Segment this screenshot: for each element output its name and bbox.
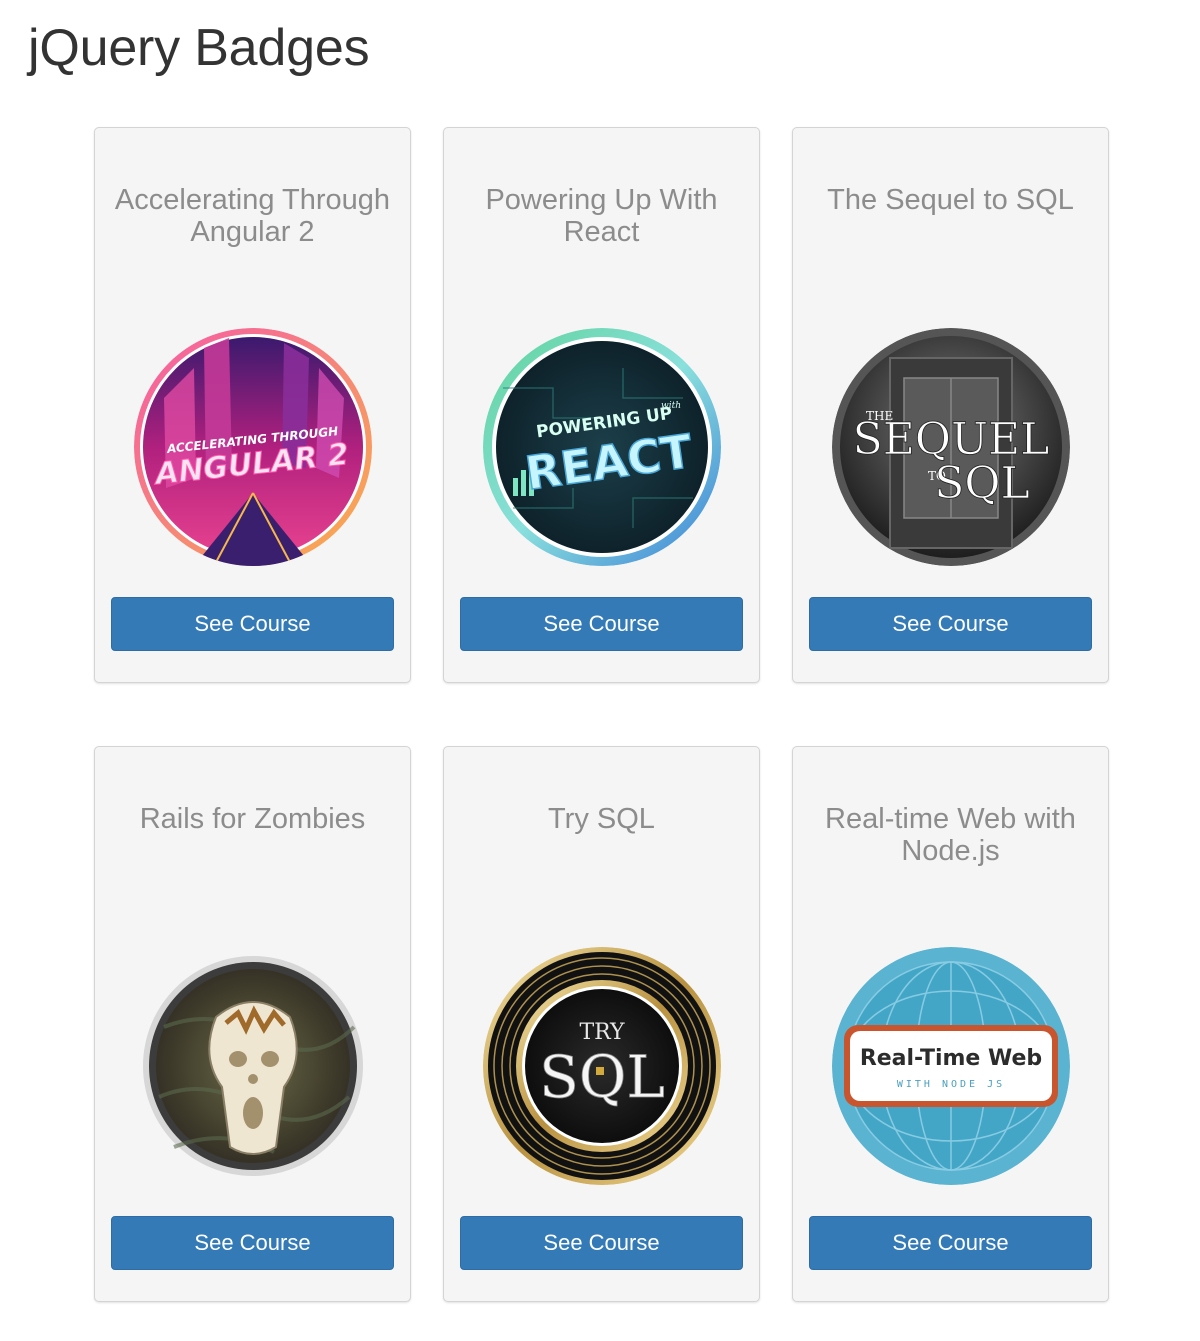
zombie-scream-badge-icon (134, 947, 372, 1185)
angular-badge-icon: ACCELERATING THROUGH ANGULAR 2 (134, 328, 372, 566)
svg-text:WITH NODE JS: WITH NODE JS (897, 1079, 1005, 1090)
badge-grid: Accelerating Through Angular 2 ACCELERAT… (0, 0, 1200, 1341)
card-title: Try SQL (548, 803, 655, 835)
course-card-realtime-web: Real-time Web with Node.js Real-Time Web… (792, 746, 1109, 1302)
see-course-button[interactable]: See Course (111, 597, 394, 651)
sequel-sql-badge-icon: THE SEQUEL TO SQL (832, 328, 1070, 566)
try-sql-badge-icon: TRY SQL (483, 947, 721, 1185)
svg-text:Real-Time Web: Real-Time Web (860, 1046, 1042, 1071)
svg-text:TRY: TRY (579, 1020, 625, 1045)
see-course-button[interactable]: See Course (460, 1216, 743, 1270)
course-card-rails-zombies: Rails for Zombies See Course (94, 746, 411, 1302)
page: jQuery Badges Accelerating Through Angul… (0, 0, 1200, 1341)
course-card-angular: Accelerating Through Angular 2 ACCELERAT… (94, 127, 411, 683)
see-course-button[interactable]: See Course (460, 597, 743, 651)
svg-text:SQL: SQL (934, 458, 1029, 509)
svg-text:with: with (661, 401, 681, 411)
course-card-react: Powering Up With React POWERING UP with … (443, 127, 760, 683)
card-title: Rails for Zombies (139, 803, 366, 835)
course-card-sequel-sql: The Sequel to SQL THE SEQUEL TO SQL See … (792, 127, 1109, 683)
card-title: The Sequel to SQL (827, 184, 1074, 216)
realtime-web-globe-badge-icon: Real-Time Web WITH NODE JS (832, 947, 1070, 1185)
card-title: Real-time Web with Node.js (825, 803, 1076, 867)
svg-text:SQL: SQL (539, 1043, 665, 1111)
card-title: Accelerating Through Angular 2 (114, 184, 391, 248)
see-course-button[interactable]: See Course (809, 597, 1092, 651)
see-course-button[interactable]: See Course (111, 1216, 394, 1270)
course-card-try-sql: Try SQL TRY SQL See Course (443, 746, 760, 1302)
react-badge-icon: POWERING UP with REACT (483, 328, 721, 566)
see-course-button[interactable]: See Course (809, 1216, 1092, 1270)
card-title: Powering Up With React (485, 184, 718, 248)
